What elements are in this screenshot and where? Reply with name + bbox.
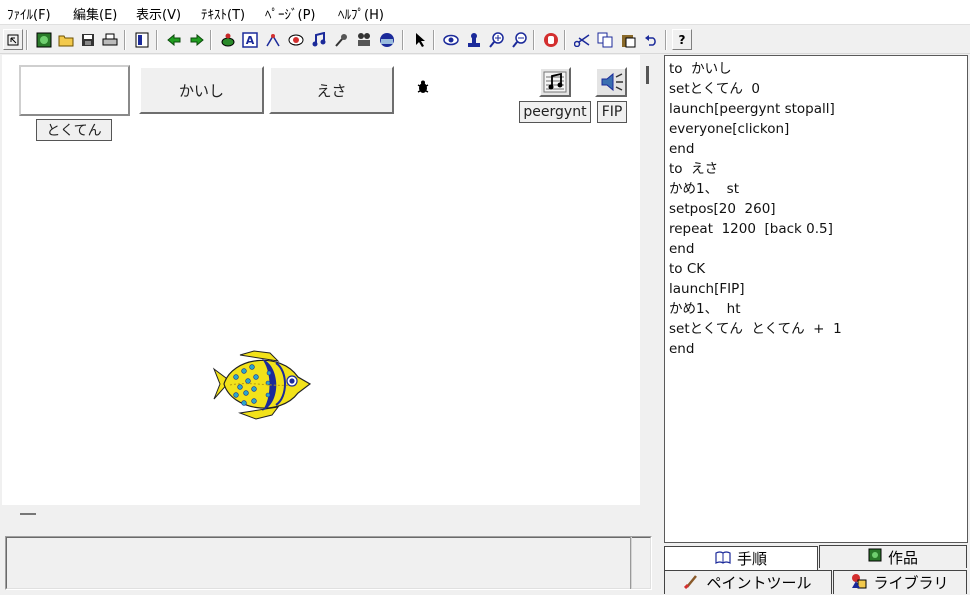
- text-box-icon[interactable]: A: [240, 29, 260, 50]
- paste-icon[interactable]: [618, 29, 638, 50]
- zoom-in-icon[interactable]: [487, 29, 507, 50]
- open-folder-icon[interactable]: [56, 29, 76, 50]
- copy-icon[interactable]: [595, 29, 615, 50]
- cut-scissors-icon[interactable]: [572, 29, 592, 50]
- tab-paint-tools[interactable]: ペイントツール: [664, 570, 832, 594]
- toolbar-separator: [533, 30, 535, 50]
- help-icon[interactable]: ?: [672, 29, 692, 50]
- code-line: setとくてん とくてん + 1: [669, 321, 842, 337]
- menu-text[interactable]: ﾃｷｽﾄ(T): [201, 4, 245, 23]
- toolbar-separator: [124, 30, 126, 50]
- menu-file[interactable]: ﾌｧｲﾙ(F): [7, 4, 51, 23]
- command-center-scrollbar[interactable]: [630, 537, 632, 589]
- turtle-icon[interactable]: [218, 29, 238, 50]
- svg-text:A: A: [246, 34, 255, 47]
- speaker-icon[interactable]: [595, 67, 627, 97]
- book-icon: [715, 550, 731, 568]
- code-line: end: [669, 241, 695, 257]
- code-line: launch[FIP]: [669, 281, 745, 297]
- undo-icon[interactable]: [641, 29, 661, 50]
- menu-bar: ﾌｧｲﾙ(F) 編集(E) 表示(V) ﾃｷｽﾄ(T) ﾍﾟｰｼﾞ(P) ﾍﾙﾌ…: [0, 0, 970, 24]
- new-project-icon[interactable]: [34, 29, 54, 50]
- code-line: かめ1、 st: [669, 181, 739, 197]
- code-line: everyone[clickon]: [669, 121, 790, 137]
- toolbar-separator: [433, 30, 435, 50]
- tab-library-label: ライブラリ: [873, 574, 949, 592]
- code-line: to えさ: [669, 161, 719, 177]
- paintbrush-icon: [684, 573, 700, 593]
- music-icon[interactable]: [309, 29, 329, 50]
- command-center-input[interactable]: [6, 537, 651, 589]
- toolbar-separator: [156, 30, 158, 50]
- project-icon: [868, 548, 882, 566]
- code-line: setpos[20 260]: [669, 201, 776, 217]
- slider-icon[interactable]: [263, 29, 283, 50]
- video-camera-icon[interactable]: [354, 29, 374, 50]
- tab-works-label: 作品: [887, 548, 918, 567]
- menu-help[interactable]: ﾍﾙﾌﾟ(H): [338, 4, 384, 23]
- code-line: launch[peergynt stopall]: [669, 101, 835, 117]
- canvas-scrollbar-thumb[interactable]: [646, 66, 649, 84]
- code-line: to CK: [669, 261, 706, 277]
- stamp-icon[interactable]: [464, 29, 484, 50]
- code-line: かめ1、 ht: [669, 301, 741, 317]
- code-line: setとくてん 0: [669, 81, 760, 97]
- menu-edit[interactable]: 編集(E): [73, 4, 117, 23]
- code-line: end: [669, 341, 695, 357]
- zoom-out-icon[interactable]: [510, 29, 530, 50]
- pointer-icon[interactable]: [410, 29, 430, 50]
- select-page-icon[interactable]: [3, 29, 23, 50]
- canvas-status-strip: [2, 505, 640, 527]
- esa-button[interactable]: えさ: [269, 66, 394, 114]
- tab-works[interactable]: 作品: [819, 545, 967, 568]
- score-label: とくてん: [36, 119, 112, 141]
- canvas-scrollbar[interactable]: [640, 55, 657, 505]
- print-icon[interactable]: [100, 29, 120, 50]
- tab-library[interactable]: ライブラリ: [833, 570, 967, 594]
- toolbar-separator: [210, 30, 212, 50]
- save-icon[interactable]: [78, 29, 98, 50]
- turtle-sprite-icon[interactable]: [417, 80, 429, 94]
- code-line: repeat 1200 [back 0.5]: [669, 221, 833, 237]
- tab-procedures[interactable]: 手順: [664, 546, 818, 570]
- collapse-dash-icon[interactable]: [20, 513, 36, 515]
- project-canvas[interactable]: かいし えさ とくてん peergynt FIP: [2, 55, 640, 505]
- eye-icon[interactable]: [441, 29, 461, 50]
- toolbar: A ?: [0, 24, 970, 54]
- menu-view[interactable]: 表示(V): [136, 4, 181, 23]
- kaishi-button[interactable]: かいし: [139, 66, 264, 114]
- fip-label: FIP: [597, 101, 627, 123]
- page-list-icon[interactable]: [132, 29, 152, 50]
- menu-page[interactable]: ﾍﾟｰｼﾞ(P): [265, 4, 315, 23]
- toolbar-separator: [665, 30, 667, 50]
- code-line: to かいし: [669, 61, 732, 77]
- toolbar-separator: [564, 30, 566, 50]
- procedures-editor[interactable]: to かいし setとくてん 0 launch[peergynt stopall…: [664, 55, 968, 543]
- toolbar-separator: [26, 30, 28, 50]
- toolbar-separator: [402, 30, 404, 50]
- button-tool-icon[interactable]: [286, 29, 306, 50]
- shapes-library-icon: [851, 573, 867, 593]
- fish-turtle-shape[interactable]: [210, 347, 314, 422]
- microphone-icon[interactable]: [331, 29, 351, 50]
- hypertext-icon[interactable]: [377, 29, 397, 50]
- code-line: end: [669, 141, 695, 157]
- stop-hand-icon[interactable]: [541, 29, 561, 50]
- tab-paint-tools-label: ペイントツール: [706, 574, 812, 592]
- score-text-box[interactable]: [19, 65, 130, 116]
- tab-procedures-label: 手順: [736, 550, 767, 568]
- next-page-icon[interactable]: [187, 29, 207, 50]
- previous-page-icon[interactable]: [164, 29, 184, 50]
- peergynt-label: peergynt: [519, 101, 591, 123]
- music-note-icon[interactable]: [539, 67, 571, 97]
